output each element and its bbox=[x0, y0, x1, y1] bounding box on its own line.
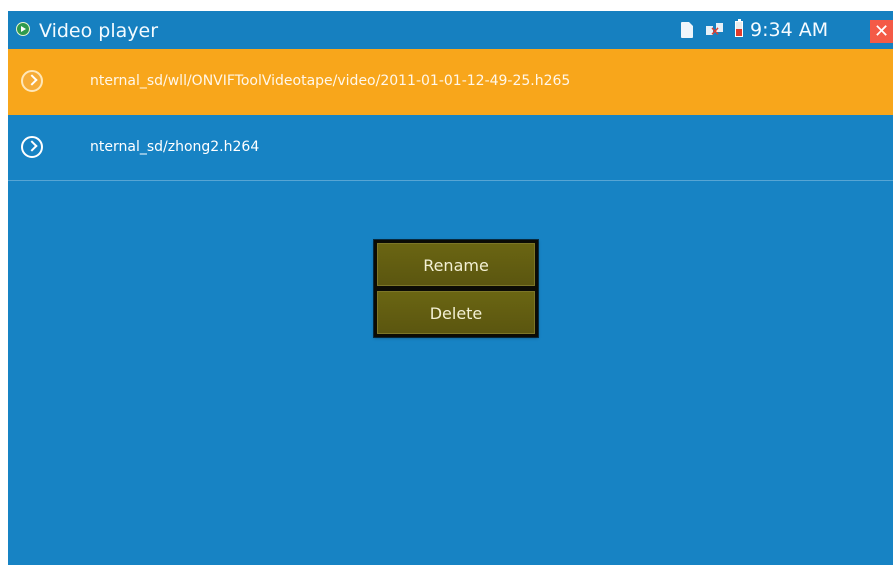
close-button[interactable]: ✕ bbox=[870, 20, 893, 43]
file-row-selected[interactable]: nternal_sd/wll/ONVIFToolVideotape/video/… bbox=[8, 49, 893, 115]
chevron-circle-icon bbox=[21, 70, 43, 92]
chevron-circle-icon bbox=[21, 136, 43, 158]
delete-button[interactable]: Delete bbox=[377, 291, 535, 334]
battery-icon bbox=[735, 19, 743, 37]
file-path: nternal_sd/zhong2.h264 bbox=[90, 139, 260, 155]
title-bar: Video player × 9:34 AM ✕ bbox=[8, 11, 893, 49]
file-row[interactable]: nternal_sd/zhong2.h264 bbox=[8, 115, 893, 181]
context-menu: Rename Delete bbox=[374, 240, 538, 337]
network-error-icon: × bbox=[706, 23, 724, 37]
close-icon: ✕ bbox=[873, 21, 890, 42]
play-circle-icon bbox=[16, 22, 30, 36]
app-title: Video player bbox=[39, 20, 159, 42]
clock: 9:34 AM bbox=[750, 19, 829, 41]
sd-card-icon bbox=[681, 22, 693, 38]
video-player-screen: Video player × 9:34 AM ✕ nternal_sd/wll/… bbox=[8, 11, 893, 565]
status-area: × 9:34 AM ✕ bbox=[673, 11, 893, 49]
rename-button[interactable]: Rename bbox=[377, 243, 535, 286]
file-path: nternal_sd/wll/ONVIFToolVideotape/video/… bbox=[90, 73, 571, 89]
